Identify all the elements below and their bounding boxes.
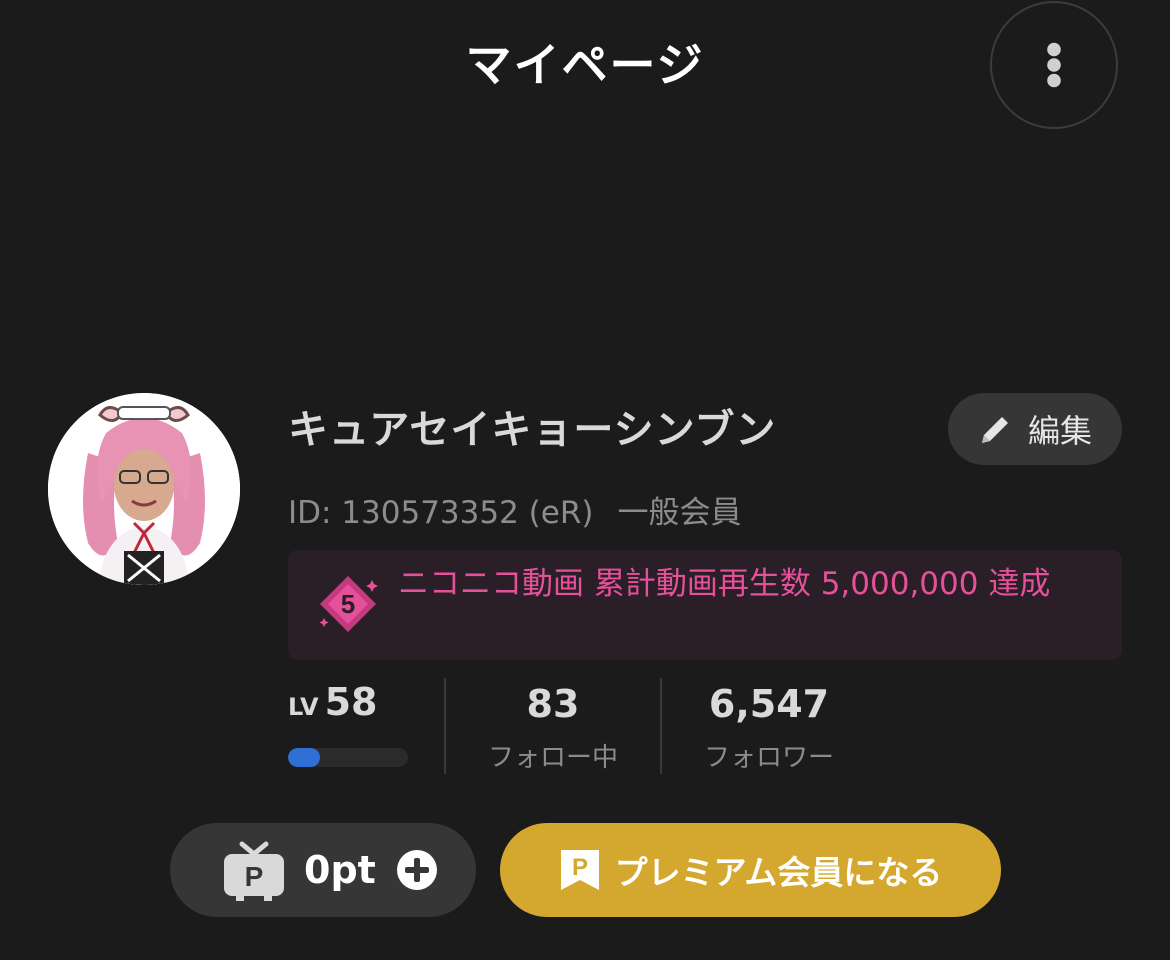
following-stat[interactable]: 83 フォロー中 xyxy=(478,680,628,776)
username: キュアセイキョーシンブン xyxy=(288,407,777,453)
edit-profile-button[interactable]: 編集 xyxy=(948,393,1122,465)
achievement-text: ニコニコ動画 累計動画再生数 5,000,000 達成 xyxy=(398,566,1051,602)
points-value: 0pt xyxy=(304,848,376,892)
edit-label: 編集 xyxy=(1027,412,1092,450)
pencil-icon xyxy=(981,417,1008,443)
followers-count: 6,547 xyxy=(708,682,830,726)
svg-text:P: P xyxy=(572,854,588,881)
premium-p-icon: P xyxy=(560,850,599,890)
premium-signup-button[interactable]: P プレミアム会員になる xyxy=(500,823,1001,917)
level-stat: LV 58 xyxy=(288,680,418,724)
more-menu-button[interactable] xyxy=(990,1,1118,129)
user-avatar xyxy=(48,393,240,585)
stat-divider xyxy=(444,678,446,774)
plus-circle-icon[interactable] xyxy=(396,849,438,891)
following-count: 83 xyxy=(526,682,580,726)
points-button[interactable]: P 0pt xyxy=(170,823,476,917)
achievement-badge-icon: 5 xyxy=(319,576,378,632)
level-prefix: LV xyxy=(288,693,319,721)
level-progress-bar xyxy=(288,748,408,767)
svg-text:P: P xyxy=(245,861,264,892)
followers-stat[interactable]: 6,547 フォロワー xyxy=(694,680,844,776)
achievement-banner[interactable]: 5 ニコニコ動画 累計動画再生数 5,000,000 達成 xyxy=(288,550,1122,660)
followers-label: フォロワー xyxy=(703,743,834,773)
more-vertical-icon xyxy=(1047,42,1061,88)
user-id-line: ID: 130573352 (eR) 一般会員 xyxy=(288,490,741,536)
premium-label: プレミアム会員になる xyxy=(614,853,943,892)
level-progress-fill xyxy=(288,748,321,767)
level-value: 58 xyxy=(324,680,378,724)
member-type: 一般会員 xyxy=(617,495,742,531)
avatar[interactable] xyxy=(48,393,240,585)
following-label: フォロー中 xyxy=(487,743,618,773)
stat-divider xyxy=(660,678,662,774)
niconico-point-tv-icon: P xyxy=(224,841,284,901)
user-id: ID: 130573352 (eR) xyxy=(288,495,594,531)
svg-text:5: 5 xyxy=(341,589,355,619)
